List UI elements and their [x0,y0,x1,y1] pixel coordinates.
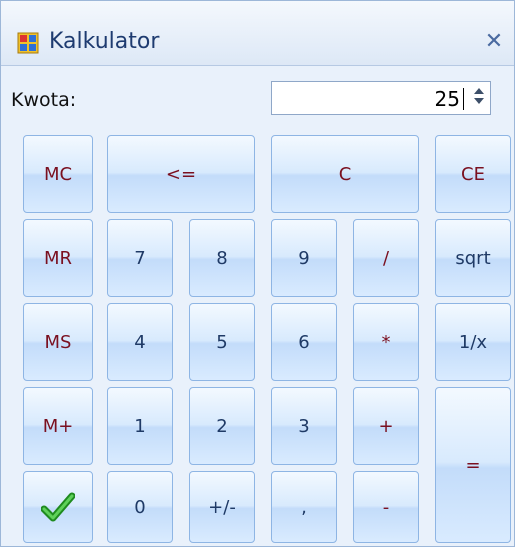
add-button[interactable]: + [353,387,419,465]
digit-3-button[interactable]: 3 [271,387,337,465]
subtract-button[interactable]: - [353,471,419,543]
comma-button[interactable]: , [271,471,337,543]
digit-4-button[interactable]: 4 [107,303,173,381]
amount-spinner[interactable] [472,86,486,110]
clear-button[interactable]: C [271,135,419,213]
spinner-down-icon[interactable] [474,98,484,104]
window-title: Kalkulator [49,29,160,54]
title-bar: Kalkulator ✕ [1,1,514,66]
digit-2-button[interactable]: 2 [189,387,255,465]
clear-entry-button[interactable]: CE [435,135,511,213]
equals-button[interactable]: = [435,387,511,543]
digit-0-button[interactable]: 0 [107,471,173,543]
ok-button[interactable] [23,471,93,543]
digit-9-button[interactable]: 9 [271,219,337,297]
digit-6-button[interactable]: 6 [271,303,337,381]
digit-1-button[interactable]: 1 [107,387,173,465]
sign-toggle-button[interactable]: +/- [189,471,255,543]
divide-button[interactable]: / [353,219,419,297]
checkmark-icon [41,492,75,522]
calculator-app-icon [17,32,39,54]
backspace-button[interactable]: <= [107,135,255,213]
mc-button[interactable]: MC [23,135,93,213]
spinner-up-icon[interactable] [474,88,484,94]
mr-button[interactable]: MR [23,219,93,297]
digit-8-button[interactable]: 8 [189,219,255,297]
digit-7-button[interactable]: 7 [107,219,173,297]
calculator-window: Kalkulator ✕ Kwota: 25 MC <= C CE MR 7 8… [0,0,515,547]
sqrt-button[interactable]: sqrt [435,219,511,297]
reciprocal-button[interactable]: 1/x [435,303,511,381]
digit-5-button[interactable]: 5 [189,303,255,381]
amount-input[interactable]: 25 [271,81,491,115]
ms-button[interactable]: MS [23,303,93,381]
m-plus-button[interactable]: M+ [23,387,93,465]
text-cursor [463,88,464,110]
close-icon[interactable]: ✕ [482,29,506,54]
amount-label: Kwota: [11,89,77,111]
amount-value: 25 [434,87,460,111]
multiply-button[interactable]: * [353,303,419,381]
